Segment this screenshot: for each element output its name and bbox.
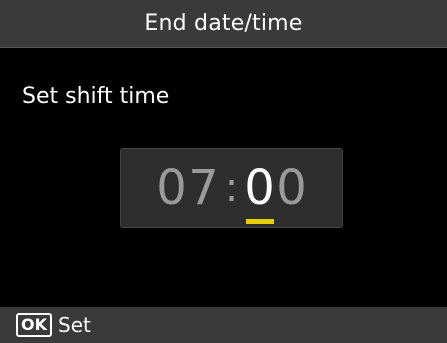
- prompt-text: Set shift time: [22, 84, 170, 109]
- soft-key-bar: OK Set: [0, 307, 447, 343]
- minute-tens-digit[interactable]: 0: [240, 156, 279, 224]
- cursor-underline: [245, 219, 274, 224]
- minute-ones-digit[interactable]: 0: [276, 164, 308, 212]
- title-bar: End date/time: [0, 0, 447, 48]
- hour-ones-digit[interactable]: 7: [188, 164, 220, 212]
- screen-title: End date/time: [144, 11, 303, 36]
- hour-tens-digit[interactable]: 0: [156, 164, 188, 212]
- printer-lcd-screen: End date/time Set shift time 0 7 : 0 0 O…: [0, 0, 447, 343]
- time-separator: :: [224, 165, 239, 211]
- time-input[interactable]: 0 7 : 0 0: [120, 148, 343, 228]
- ok-action-label: Set: [58, 313, 91, 337]
- ok-key-icon[interactable]: OK: [16, 313, 52, 337]
